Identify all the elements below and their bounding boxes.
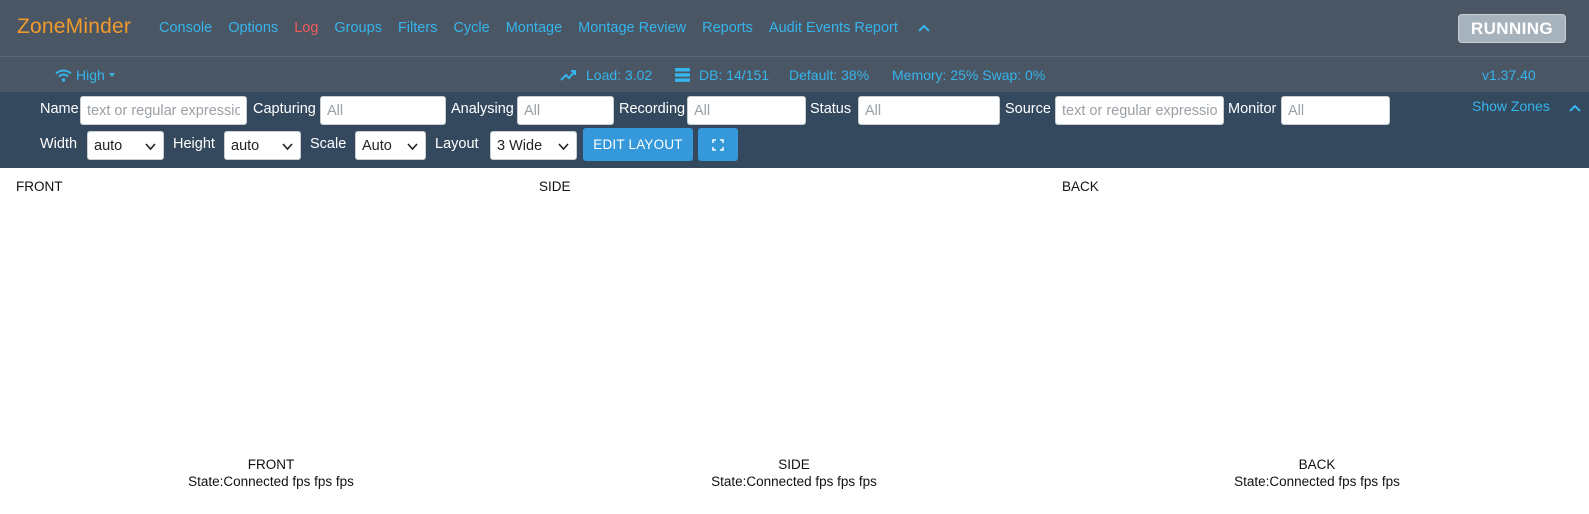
monitor-state: State:Connected fps fps fps	[711, 474, 877, 489]
chevron-down-icon	[407, 143, 418, 151]
nav-filters[interactable]: Filters	[398, 20, 437, 36]
version-label: v1.37.40	[1482, 67, 1536, 83]
monitor-title[interactable]: BACK	[1062, 179, 1099, 194]
default-storage-status: Default: 38%	[789, 67, 870, 83]
brand-logo[interactable]: ZoneMinder	[17, 15, 131, 39]
analysing-filter-input[interactable]	[517, 96, 614, 125]
monitor-name: SIDE	[778, 457, 810, 472]
source-filter-label: Source	[1005, 101, 1051, 117]
monitor-caption: FRONT State:Connected fps fps fps	[121, 456, 421, 490]
nav-cycle[interactable]: Cycle	[453, 20, 489, 36]
chevron-up-icon[interactable]	[916, 20, 932, 36]
recording-filter-input[interactable]	[687, 96, 806, 125]
status-bar: High Load: 3.02 DB: 14/151 Default: 38% …	[0, 56, 1589, 92]
db-status: DB: 14/151	[675, 57, 769, 93]
monitor-filter-label: Monitor	[1228, 101, 1277, 117]
nav-montage-review[interactable]: Montage Review	[578, 20, 686, 36]
chevron-up-icon[interactable]	[1568, 102, 1582, 114]
nav-console[interactable]: Console	[159, 20, 212, 36]
height-label: Height	[173, 136, 215, 152]
width-select-value: auto	[94, 137, 123, 154]
nav-options[interactable]: Options	[228, 20, 278, 36]
wifi-icon	[55, 69, 72, 82]
monitor-title[interactable]: SIDE	[539, 179, 571, 194]
capturing-filter-label: Capturing	[253, 101, 316, 117]
bandwidth-label: High	[76, 67, 105, 83]
main-nav: Console Options Log Groups Filters Cycle…	[159, 0, 932, 56]
width-label: Width	[40, 136, 78, 152]
monitor-state: State:Connected fps fps fps	[1234, 474, 1400, 489]
load-status: Load: 3.02	[560, 57, 652, 93]
monitor-state: State:Connected fps fps fps	[188, 474, 354, 489]
width-select[interactable]: auto	[87, 131, 164, 160]
name-filter-label: Name	[40, 101, 79, 117]
database-icon	[675, 68, 690, 82]
layout-label: Layout	[435, 136, 479, 152]
trending-up-icon	[560, 70, 576, 81]
nav-groups[interactable]: Groups	[334, 20, 382, 36]
nav-audit-events-report[interactable]: Audit Events Report	[769, 20, 898, 36]
scale-select-value: Auto	[362, 137, 392, 154]
monitor-name: BACK	[1298, 457, 1336, 472]
status-filter-input[interactable]	[858, 96, 1000, 125]
filter-bar: Name Capturing Analysing Recording Statu…	[0, 92, 1589, 168]
nav-reports[interactable]: Reports	[702, 20, 753, 36]
chevron-down-icon	[145, 143, 156, 151]
bandwidth-dropdown[interactable]: High	[55, 57, 116, 93]
load-value: Load: 3.02	[586, 67, 653, 83]
fullscreen-button[interactable]	[698, 128, 738, 161]
chevron-down-icon	[558, 143, 569, 151]
monitor-caption: SIDE State:Connected fps fps fps	[644, 456, 944, 490]
edit-layout-button[interactable]: EDIT LAYOUT	[583, 128, 693, 161]
memory-status: Memory: 25% Swap: 0%	[892, 67, 1046, 83]
nav-log[interactable]: Log	[294, 20, 318, 36]
scale-select[interactable]: Auto	[355, 131, 426, 160]
monitor-name: FRONT	[247, 457, 295, 472]
name-filter-input[interactable]	[80, 96, 247, 125]
height-select[interactable]: auto	[224, 131, 301, 160]
recording-filter-label: Recording	[619, 101, 686, 117]
caret-down-icon	[108, 73, 115, 77]
fullscreen-icon	[712, 138, 724, 151]
status-filter-label: Status	[810, 101, 852, 117]
monitor-caption: BACK State:Connected fps fps fps	[1167, 456, 1467, 490]
analysing-filter-label: Analysing	[451, 101, 514, 117]
layout-select[interactable]: 3 Wide	[490, 131, 577, 160]
show-zones-link[interactable]: Show Zones	[1472, 98, 1550, 114]
monitor-filter-input[interactable]	[1281, 96, 1390, 125]
chevron-down-icon	[282, 143, 293, 151]
layout-select-value: 3 Wide	[497, 137, 543, 154]
capturing-filter-input[interactable]	[320, 96, 446, 125]
top-navbar: ZoneMinder Console Options Log Groups Fi…	[0, 0, 1589, 56]
state-button[interactable]: RUNNING	[1458, 14, 1566, 43]
scale-label: Scale	[310, 136, 347, 152]
nav-montage[interactable]: Montage	[506, 20, 562, 36]
db-value: DB: 14/151	[699, 67, 770, 83]
height-select-value: auto	[231, 137, 260, 154]
monitor-title[interactable]: FRONT	[16, 179, 63, 194]
source-filter-input[interactable]	[1055, 96, 1224, 125]
